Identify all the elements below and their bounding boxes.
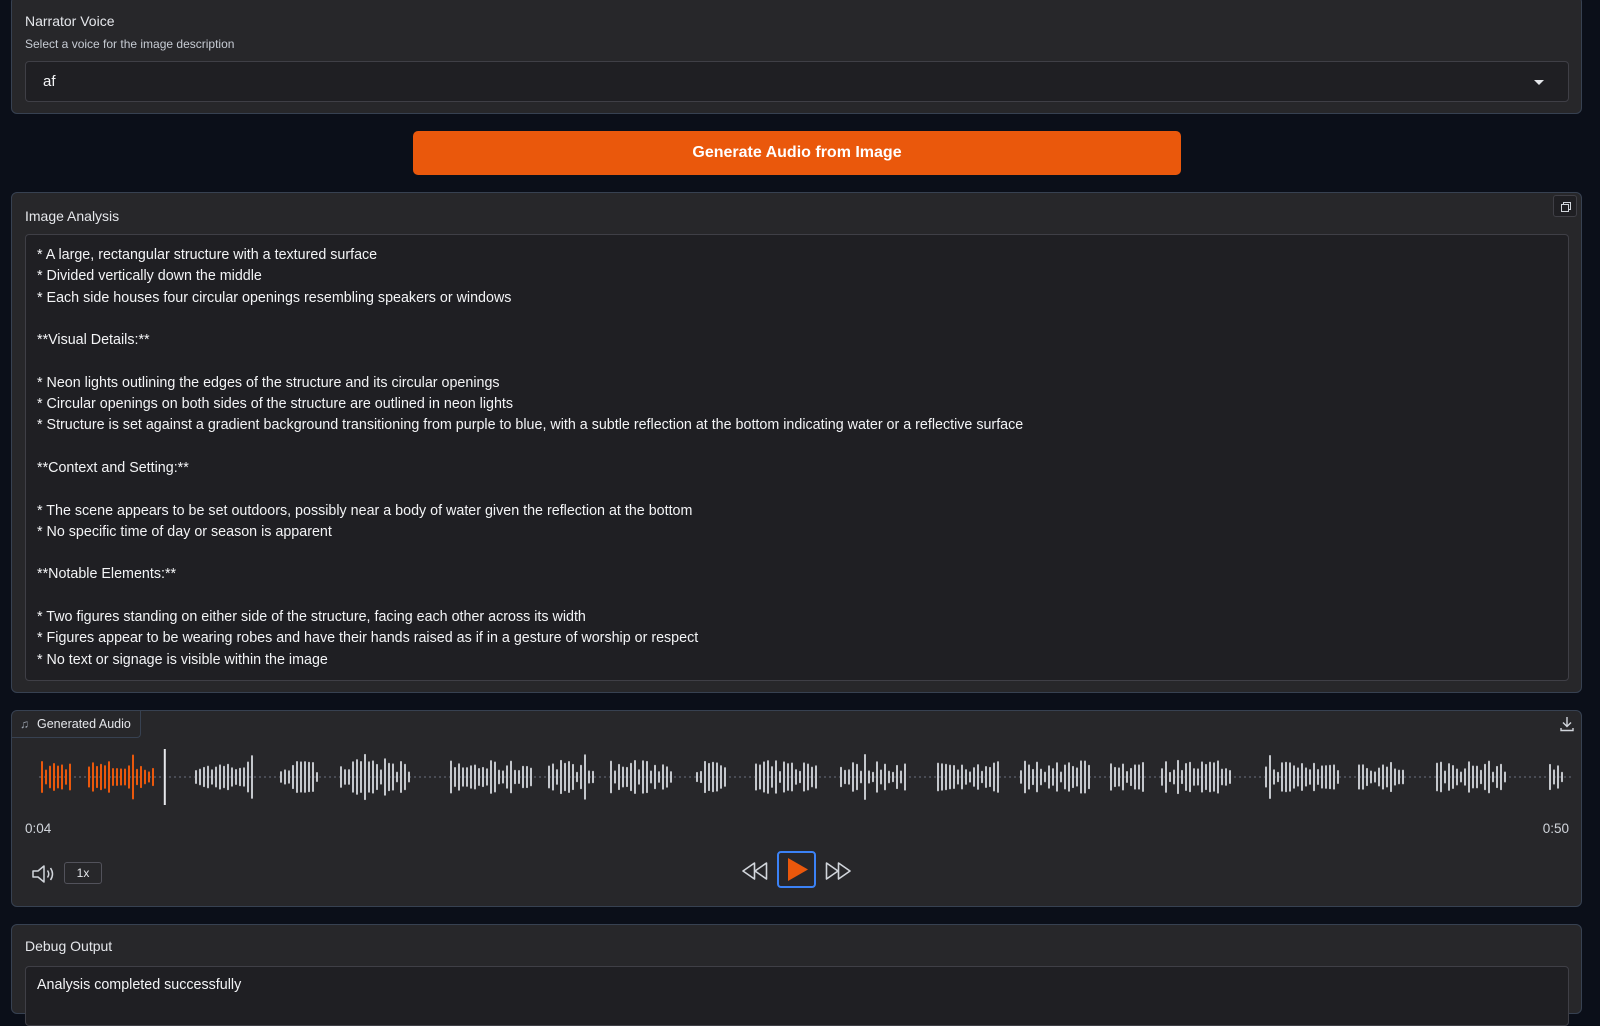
generated-audio-panel: ♫ Generated Audio 0:04 0:50 1x xyxy=(11,710,1582,907)
playback-rate-button[interactable]: 1x xyxy=(64,862,102,884)
analysis-line: * No text or signage is visible within t… xyxy=(37,651,328,668)
image-analysis-textbox[interactable]: * A large, rectangular structure with a … xyxy=(25,234,1569,681)
analysis-line: * Neon lights outlining the edges of the… xyxy=(37,374,500,391)
analysis-line: * A large, rectangular structure with a … xyxy=(37,247,378,263)
download-icon[interactable] xyxy=(1558,715,1576,733)
debug-output-label: Debug Output xyxy=(25,938,113,954)
analysis-line xyxy=(37,479,1557,500)
narrator-voice-label: Narrator Voice xyxy=(25,13,115,29)
narrator-voice-dropdown[interactable]: af xyxy=(25,61,1569,102)
debug-output-textbox[interactable]: Analysis completed successfully xyxy=(25,966,1569,1026)
analysis-line: * No specific time of day or season is a… xyxy=(37,523,332,540)
analysis-line: * Figures appear to be wearing robes and… xyxy=(37,630,699,647)
chevron-down-icon xyxy=(1534,80,1544,85)
fast-forward-icon[interactable] xyxy=(825,856,851,886)
copy-button[interactable] xyxy=(1553,195,1577,217)
playhead[interactable] xyxy=(163,749,166,805)
analysis-line: * Two figures standing on either side of… xyxy=(37,609,586,626)
analysis-line: * The scene appears to be set outdoors, … xyxy=(37,502,693,519)
generated-audio-label: Generated Audio xyxy=(37,717,131,731)
generate-audio-button[interactable]: Generate Audio from Image xyxy=(413,131,1181,175)
analysis-line xyxy=(37,351,1557,372)
copy-icon-front xyxy=(1561,204,1569,212)
generated-audio-tab: ♫ Generated Audio xyxy=(12,711,141,738)
play-button[interactable] xyxy=(777,851,816,888)
analysis-line xyxy=(37,309,1557,330)
play-icon xyxy=(788,858,808,881)
analysis-line: * Circular openings on both sides of the… xyxy=(37,396,514,413)
current-time: 0:04 xyxy=(25,821,52,836)
analysis-line: * Each side houses four circular opening… xyxy=(37,289,512,306)
image-analysis-label: Image Analysis xyxy=(25,208,120,224)
analysis-line xyxy=(37,543,1557,564)
analysis-line: * Divided vertically down the middle xyxy=(37,268,262,285)
analysis-line: * Structure is set against a gradient ba… xyxy=(37,417,1024,434)
narrator-voice-panel: Narrator Voice Select a voice for the im… xyxy=(11,0,1582,114)
music-note-icon: ♫ xyxy=(20,717,29,731)
analysis-line: **Notable Elements:** xyxy=(37,566,177,583)
image-analysis-panel: Image Analysis * A large, rectangular st… xyxy=(11,192,1582,693)
rewind-icon[interactable] xyxy=(742,856,768,886)
narrator-voice-description: Select a voice for the image description xyxy=(25,37,235,51)
total-duration: 0:50 xyxy=(1542,821,1569,836)
analysis-line xyxy=(37,586,1557,607)
audio-waveform[interactable] xyxy=(39,749,1574,805)
analysis-line: **Context and Setting:** xyxy=(37,459,189,476)
narrator-voice-selected-value: af xyxy=(43,73,56,90)
volume-icon[interactable] xyxy=(30,861,56,887)
analysis-line: **Visual Details:** xyxy=(37,332,150,349)
analysis-line xyxy=(37,437,1557,458)
